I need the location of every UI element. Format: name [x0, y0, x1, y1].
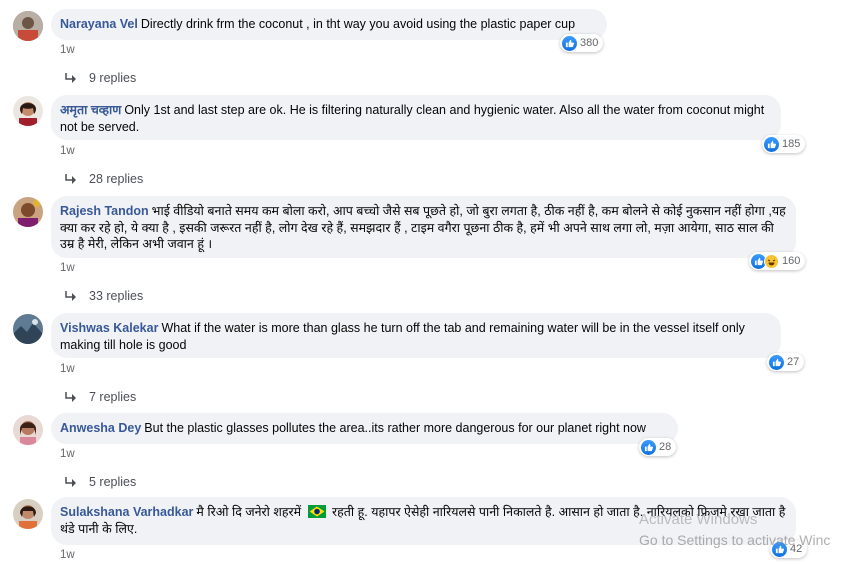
like-icon	[641, 439, 656, 455]
view-replies-link[interactable]: 5 replies	[64, 475, 136, 489]
author-name[interactable]: Vishwas Kalekar	[60, 321, 158, 335]
reaction-count[interactable]: 185	[762, 135, 806, 153]
author-name[interactable]: अमृता चव्हाण	[60, 103, 121, 117]
avatar[interactable]	[13, 499, 43, 529]
reply-arrow-icon	[65, 174, 76, 184]
like-icon	[562, 35, 577, 51]
comment-bubble: Rajesh Tandon भाई वीडियो बनाते समय कम बोल…	[51, 196, 796, 258]
comment-bubble: Anwesha Dey But the plastic glasses pollu…	[51, 413, 678, 444]
reply-arrow-icon	[65, 392, 76, 402]
avatar[interactable]	[13, 415, 43, 445]
comment-bubble: Narayana Vel Directly drink frm the cocon…	[51, 9, 607, 40]
avatar[interactable]	[13, 11, 43, 41]
comment-timestamp[interactable]: 1w	[60, 448, 75, 460]
avatar[interactable]	[13, 96, 43, 126]
like-icon	[764, 136, 779, 152]
activate-windows-watermark-title: Activate Windows	[639, 511, 758, 528]
reply-arrow-icon	[65, 291, 76, 301]
haha-icon	[764, 253, 779, 269]
activate-windows-watermark-subtitle: Go to Settings to activate Winc	[639, 532, 831, 548]
comment-bubble: Vishwas Kalekar What if the water is more…	[51, 313, 781, 358]
like-icon	[769, 354, 784, 370]
comment-text: Directly drink frm the coconut , in tht …	[140, 17, 576, 31]
author-name[interactable]: Sulakshana Varhadkar	[60, 505, 193, 519]
reaction-count[interactable]: 380	[560, 34, 604, 52]
comment-timestamp[interactable]: 1w	[60, 44, 75, 56]
comment-text: Only 1st and last step are ok. He is fil…	[60, 103, 765, 134]
comment-text: What if the water is more than glass he …	[60, 321, 745, 352]
reply-arrow-icon	[65, 477, 76, 487]
author-name[interactable]: Narayana Vel	[60, 17, 138, 31]
reaction-count[interactable]: 28	[639, 438, 677, 456]
view-replies-link[interactable]: 9 replies	[64, 71, 136, 85]
reply-arrow-icon	[65, 73, 76, 83]
author-name[interactable]: Rajesh Tandon	[60, 204, 149, 218]
avatar[interactable]	[13, 197, 43, 227]
brazil-flag-icon	[307, 505, 326, 518]
avatar[interactable]	[13, 314, 43, 344]
author-name[interactable]: Anwesha Dey	[60, 421, 141, 435]
comment-text-before: मै रिओ दि जनेरो शहरमें	[196, 505, 302, 519]
view-replies-link[interactable]: 7 replies	[64, 390, 136, 404]
comment-timestamp[interactable]: 1w	[60, 363, 75, 375]
comment-timestamp[interactable]: 1w	[60, 262, 75, 274]
comment-bubble: अमृता चव्हाण Only 1st and last step are o…	[51, 95, 781, 140]
view-replies-link[interactable]: 33 replies	[64, 289, 143, 303]
reaction-count[interactable]: 27	[767, 353, 805, 371]
comment-text: भाई वीडियो बनाते समय कम बोला करो, आप बच्…	[60, 204, 786, 251]
view-replies-link[interactable]: 28 replies	[64, 172, 143, 186]
comment-timestamp[interactable]: 1w	[60, 549, 75, 561]
comment-timestamp[interactable]: 1w	[60, 145, 75, 157]
comment-text: But the plastic glasses pollutes the are…	[144, 421, 646, 435]
reaction-count[interactable]: 160	[749, 252, 806, 270]
